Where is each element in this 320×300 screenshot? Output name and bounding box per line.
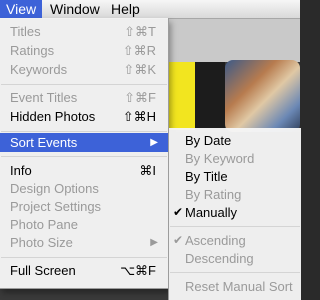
menu-separator (1, 156, 167, 157)
menu-item-label: Event Titles (10, 90, 78, 105)
menu-item-label: Manually (185, 205, 238, 220)
menu-separator (1, 131, 167, 132)
menu-item-project-settings[interactable]: Project Settings (0, 197, 168, 216)
checkmark-icon: ✔ (173, 205, 184, 219)
menu-item-label: Descending (185, 251, 254, 266)
menu-view[interactable]: View (0, 0, 43, 18)
menu-item-shortcut: ⌥⌘F (120, 263, 156, 278)
menu-help[interactable]: Help (105, 0, 146, 18)
toolbar-background (168, 18, 300, 62)
sort-descending[interactable]: Descending (169, 249, 301, 268)
menu-item-label: Design Options (10, 181, 99, 196)
menu-item-shortcut: ⇧⌘T (124, 24, 156, 39)
menu-item-info[interactable]: Info ⌘I (0, 161, 168, 180)
sort-by-keyword[interactable]: By Keyword (169, 149, 301, 168)
menu-item-design-options[interactable]: Design Options (0, 179, 168, 198)
view-menu: Titles ⇧⌘T Ratings ⇧⌘R Keywords ⇧⌘K Even… (0, 18, 169, 289)
menu-separator (1, 84, 167, 85)
event-thumbnail-yellow[interactable] (168, 62, 195, 130)
menu-item-label: Sort Events (10, 135, 78, 150)
sort-ascending[interactable]: ✔ Ascending (169, 231, 301, 250)
menu-item-photo-size[interactable]: Photo Size ▶ (0, 233, 168, 252)
menu-separator (1, 257, 167, 258)
menu-item-label: By Rating (185, 187, 242, 202)
menu-item-full-screen[interactable]: Full Screen ⌥⌘F (0, 261, 168, 280)
menu-item-label: By Date (185, 133, 232, 148)
reset-manual-sort[interactable]: Reset Manual Sort (169, 277, 301, 296)
menu-item-label: Keywords (10, 62, 68, 77)
menu-item-shortcut: ⌘I (139, 163, 156, 178)
menu-item-label: Ratings (10, 43, 55, 58)
submenu-arrow-icon: ▶ (150, 237, 158, 248)
event-thumbnail-dark[interactable] (195, 62, 225, 130)
sort-events-submenu: By Date By Keyword By Title By Rating ✔ … (168, 128, 301, 300)
menu-item-label: Info (10, 163, 32, 178)
menu-item-sort-events[interactable]: Sort Events ▶ (0, 133, 168, 152)
menu-item-photo-pane[interactable]: Photo Pane (0, 215, 168, 234)
menu-item-shortcut: ⇧⌘H (122, 109, 156, 124)
event-thumbnail-photo[interactable] (225, 60, 300, 132)
menu-item-shortcut: ⇧⌘R (122, 43, 156, 58)
sort-by-title[interactable]: By Title (169, 167, 301, 186)
menu-item-keywords[interactable]: Keywords ⇧⌘K (0, 60, 168, 79)
menu-window[interactable]: Window (44, 0, 106, 18)
checkmark-icon: ✔ (173, 233, 184, 247)
sort-by-date[interactable]: By Date (169, 131, 301, 150)
submenu-arrow-icon: ▶ (150, 137, 158, 148)
menu-item-ratings[interactable]: Ratings ⇧⌘R (0, 41, 168, 60)
menu-item-titles[interactable]: Titles ⇧⌘T (0, 22, 168, 41)
menu-item-shortcut: ⇧⌘F (124, 90, 156, 105)
menu-item-label: Photo Size (10, 235, 73, 250)
menu-item-label: Titles (10, 24, 41, 39)
menu-item-label: Photo Pane (10, 217, 78, 232)
menu-item-label: Hidden Photos (10, 109, 96, 124)
menu-separator (170, 272, 300, 273)
menu-bar: View Window Help (0, 0, 300, 19)
menu-item-label: Reset Manual Sort (185, 279, 293, 294)
menu-item-label: Full Screen (10, 263, 76, 278)
menu-item-event-titles[interactable]: Event Titles ⇧⌘F (0, 88, 168, 107)
menu-item-shortcut: ⇧⌘K (123, 62, 156, 77)
menu-item-label: Project Settings (10, 199, 102, 214)
sort-manually[interactable]: ✔ Manually (169, 203, 301, 222)
menu-item-label: By Keyword (185, 151, 255, 166)
menu-item-label: Ascending (185, 233, 246, 248)
menu-item-hidden-photos[interactable]: Hidden Photos ⇧⌘H (0, 107, 168, 126)
sort-by-rating[interactable]: By Rating (169, 185, 301, 204)
menu-item-label: By Title (185, 169, 228, 184)
menu-separator (170, 226, 300, 227)
